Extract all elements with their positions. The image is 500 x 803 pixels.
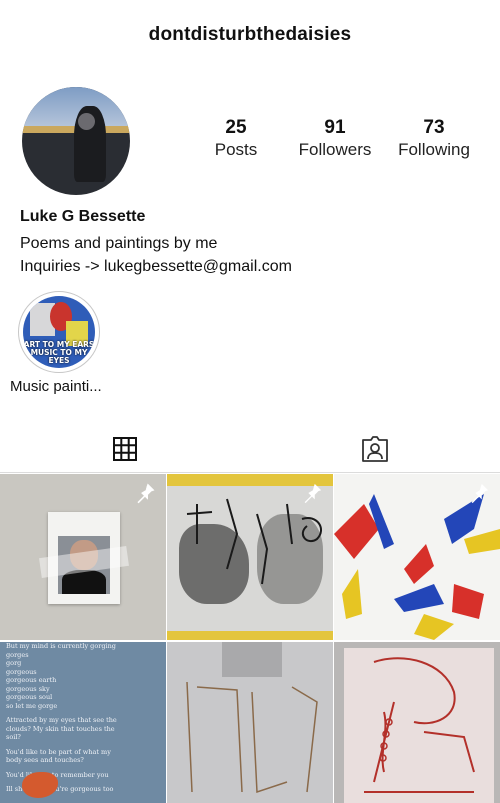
stat-following-count: 73 [423,117,445,138]
post-tile[interactable] [334,642,500,803]
stat-following-label: Following [398,140,470,159]
stat-followers-label: Followers [298,140,372,159]
post-drawing-lines [186,642,318,794]
story-highlight-image: ART TO MY EARS MUSIC TO MY EYES [23,296,95,368]
pin-icon [304,483,322,504]
stat-following[interactable]: 73 Following [388,117,480,161]
stat-posts[interactable]: 25 Posts [190,117,282,161]
pin-icon [471,483,489,504]
stat-followers-count: 91 [324,117,346,138]
profile-username[interactable]: dontdisturbthedaisies [149,24,352,46]
tagged-person-icon [362,436,388,462]
bio-name: Luke G Bessette [20,208,146,225]
story-highlight[interactable]: ART TO MY EARS MUSIC TO MY EYES [18,291,100,373]
post-drawing-lines [364,657,475,793]
pin-icon [137,483,155,504]
profile-tabs [0,425,500,473]
tabs-divider [0,472,500,473]
post-tile[interactable] [167,642,333,803]
stat-posts-label: Posts [214,140,258,159]
top-bar: dontdisturbthedaisies [0,0,500,70]
story-highlight-label: Music painti... [10,378,102,395]
profile-bio: Luke G Bessette Poems and paintings by m… [20,207,480,278]
post-tile[interactable] [334,474,500,640]
stat-posts-count: 25 [225,117,247,138]
tab-grid[interactable] [0,425,250,473]
grid-icon [113,437,137,461]
profile-stats: 25 Posts 91 Followers 73 Following [190,117,480,161]
stat-followers[interactable]: 91 Followers [289,117,381,161]
post-poem-text: But my mind is currently gorging gorges … [6,642,117,793]
post-tile[interactable] [167,474,333,640]
post-tile[interactable] [0,474,166,640]
story-highlight-image-text: ART TO MY EARS MUSIC TO MY EYES [23,339,95,365]
bio-description: Poems and paintings by me [20,235,218,252]
bio-contact[interactable]: Inquiries -> lukegbessette@gmail.com [20,255,480,278]
profile-avatar[interactable] [22,87,130,195]
posts-grid: But my mind is currently gorging gorges … [0,474,500,803]
post-tile[interactable]: But my mind is currently gorging gorges … [0,642,166,803]
tab-tagged[interactable] [250,425,500,473]
